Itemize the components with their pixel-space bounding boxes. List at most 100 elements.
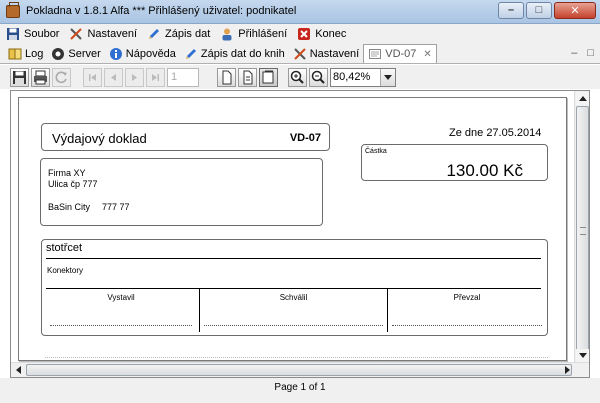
- menu-konec-label: Konec: [315, 28, 347, 40]
- first-page-button[interactable]: [83, 67, 102, 87]
- continuous-page-button[interactable]: [238, 67, 257, 87]
- vertical-scrollbar[interactable]: [574, 91, 589, 363]
- previous-page-button[interactable]: [104, 67, 123, 87]
- scroll-left-icon[interactable]: [12, 364, 25, 377]
- scroll-up-icon[interactable]: [576, 92, 589, 105]
- signature-approved: Schválil: [200, 289, 387, 333]
- floppy-icon: [13, 70, 26, 84]
- tab-nastaveni[interactable]: Nastavení: [289, 44, 364, 63]
- description-rule: [46, 258, 541, 259]
- last-page-icon: [152, 73, 159, 81]
- date-label: Ze dne: [449, 127, 484, 139]
- info-icon: [109, 47, 122, 60]
- signature-received-line: [392, 325, 542, 326]
- first-page-icon: [89, 73, 96, 81]
- horizontal-scroll-thumb[interactable]: [26, 364, 572, 376]
- firm-name: Firma XY: [48, 168, 86, 178]
- page-number-input[interactable]: 1: [167, 67, 199, 87]
- tab-server[interactable]: Server: [47, 44, 104, 63]
- tab-vd-07[interactable]: VD-07 ✕: [363, 44, 437, 63]
- continuous-page-icon: [243, 70, 253, 84]
- pencil-icon: [185, 48, 196, 59]
- description-box: stotřcet Konektory Vystavil Schválil Pře…: [41, 239, 548, 336]
- chevron-down-icon[interactable]: [380, 68, 395, 86]
- document-date: Ze dne 27.05.2014: [449, 127, 541, 139]
- close-button[interactable]: ✕: [554, 2, 596, 19]
- tab-close-icon[interactable]: ✕: [423, 49, 431, 60]
- amount-box: Částka 130.00 Kč: [361, 144, 548, 181]
- refresh-icon: [55, 71, 67, 83]
- firm-zip: 777 77: [102, 202, 130, 212]
- facing-pages-button[interactable]: [259, 67, 278, 87]
- tab-log-label: Log: [25, 47, 44, 60]
- refresh-button[interactable]: [52, 67, 71, 87]
- save-button[interactable]: [10, 67, 29, 87]
- firm-address: Firma XY Ulica čp 777 BaSin City 777 77: [48, 168, 130, 213]
- viewer-toolbar: 1 80,42%: [0, 65, 600, 89]
- page-section-rule: [45, 357, 548, 358]
- view-maximize-icon[interactable]: □: [587, 47, 594, 59]
- tab-napoveda-label: Nápověda: [125, 47, 176, 60]
- menu-nastaveni[interactable]: Nastavení: [69, 27, 137, 41]
- report-page: Výdajový doklad VD-07 Ze dne 27.05.2014 …: [18, 97, 567, 361]
- book-icon: [8, 48, 22, 59]
- floppy-icon: [7, 28, 19, 40]
- next-page-icon: [132, 73, 137, 81]
- single-page-button[interactable]: [217, 67, 236, 87]
- status-bar: Page 1 of 1: [0, 378, 600, 403]
- menu-konec[interactable]: Konec: [297, 27, 346, 41]
- tab-zapis-dat-do-knih-label: Zápis dat do knih: [200, 47, 285, 60]
- horizontal-scrollbar[interactable]: [11, 362, 589, 377]
- view-minimize-icon[interactable]: –: [571, 47, 577, 59]
- signature-approved-line: [204, 325, 383, 326]
- window-title: Pokladna v 1.8.1 Alfa *** Přihlášený uži…: [26, 5, 297, 17]
- firm-city-line: BaSin City 777 77: [48, 202, 130, 213]
- next-page-button[interactable]: [125, 67, 144, 87]
- document-header-box: Výdajový doklad VD-07: [41, 123, 330, 151]
- signature-approved-label: Schválil: [279, 293, 308, 302]
- tab-log[interactable]: Log: [4, 44, 47, 63]
- firm-street: Ulica čp 777: [48, 179, 98, 189]
- signature-issued: Vystavil: [46, 289, 196, 333]
- print-button[interactable]: [31, 67, 50, 87]
- tab-zapis-dat-do-knih[interactable]: Zápis dat do knih: [180, 44, 289, 63]
- firm-city: BaSin City: [48, 202, 91, 212]
- scroll-down-icon[interactable]: [576, 349, 589, 362]
- menu-zapis-dat[interactable]: Zápis dat: [147, 27, 210, 41]
- scroll-right-icon[interactable]: [561, 364, 574, 377]
- user-icon: [222, 28, 232, 41]
- description-title: stotřcet: [46, 242, 83, 254]
- menu-soubor[interactable]: Soubor: [6, 27, 59, 41]
- menu-prihlaseni[interactable]: Přihlášení: [220, 27, 287, 41]
- maximize-button[interactable]: □: [526, 2, 552, 19]
- amount-label: Částka: [365, 148, 387, 155]
- menu-bar: Soubor Nastavení Zápis dat Přihlášení Ko…: [0, 24, 600, 44]
- menu-prihlaseni-label: Přihlášení: [238, 28, 288, 40]
- firm-box: Firma XY Ulica čp 777 BaSin City 777 77: [40, 158, 323, 226]
- minimize-icon: –: [507, 4, 515, 16]
- menu-soubor-label: Soubor: [24, 28, 60, 40]
- cash-register-icon: [6, 2, 20, 18]
- vertical-scroll-thumb[interactable]: [576, 106, 589, 356]
- window-controls: – □ ✕: [498, 2, 596, 19]
- zoom-in-button[interactable]: [288, 67, 307, 87]
- document-number: VD-07: [289, 132, 321, 144]
- document-title: Výdajový doklad: [52, 131, 147, 146]
- tab-napoveda[interactable]: Nápověda: [105, 44, 180, 63]
- zoom-select[interactable]: 80,42%: [330, 67, 396, 87]
- server-icon: [52, 47, 65, 60]
- last-page-button[interactable]: [146, 67, 165, 87]
- tab-bar: Log Server Nápověda Zápis dat do knih Na…: [0, 44, 600, 64]
- tab-vd-07-label: VD-07: [385, 48, 417, 60]
- zoom-out-button[interactable]: [309, 67, 328, 87]
- previous-page-icon: [111, 73, 116, 81]
- single-page-icon: [222, 70, 232, 84]
- facing-pages-icon: [262, 70, 274, 83]
- page-status: Page 1 of 1: [274, 382, 326, 393]
- close-icon: ✕: [570, 5, 580, 17]
- exit-icon: [298, 28, 311, 40]
- tools-icon: [70, 28, 83, 40]
- zoom-value: 80,42%: [333, 70, 371, 83]
- view-controls: – □: [571, 47, 594, 59]
- minimize-button[interactable]: –: [498, 2, 524, 19]
